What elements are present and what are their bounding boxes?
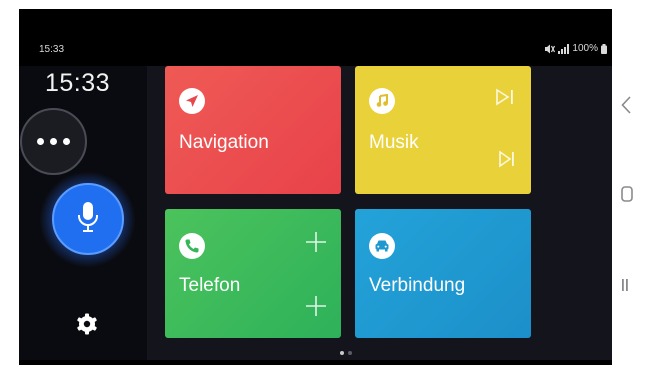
status-bar: 15:33 100% — [19, 9, 631, 66]
tile-music-label: Musik — [369, 132, 419, 153]
car-icon — [369, 233, 395, 259]
car-display-frame: 15:33 100% 15:33 Navigation Musik Telefo… — [19, 9, 631, 365]
tile-music[interactable]: Musik — [355, 66, 531, 194]
more-dot — [63, 138, 70, 145]
skip-next-icon — [498, 150, 516, 173]
status-indicators: 100% — [544, 43, 607, 54]
sidebar-clock: 15:33 — [45, 69, 111, 97]
sidebar: 15:33 — [19, 66, 147, 360]
tile-connection[interactable]: Verbindung — [355, 209, 531, 338]
signal-icon — [558, 43, 570, 54]
more-button[interactable] — [20, 108, 87, 175]
add-call-button[interactable] — [305, 231, 329, 255]
battery-text: 100% — [572, 43, 598, 54]
carplay-screen: 15:33 Navigation Musik Telefon Verbindun… — [19, 66, 631, 360]
page-indicator — [340, 351, 352, 355]
recents-icon — [621, 279, 631, 296]
tile-navigation-label: Navigation — [179, 132, 269, 153]
add-call-button-secondary[interactable] — [305, 295, 329, 319]
more-dot — [50, 138, 57, 145]
page-dot-active — [340, 351, 344, 355]
plus-icon — [305, 232, 327, 257]
phone-icon — [179, 233, 205, 259]
back-button[interactable] — [621, 96, 631, 119]
tile-navigation[interactable]: Navigation — [165, 66, 341, 194]
tile-connection-label: Verbindung — [369, 275, 466, 296]
back-icon — [621, 96, 631, 118]
mute-icon — [544, 44, 556, 54]
tile-phone[interactable]: Telefon — [165, 209, 341, 338]
home-icon — [621, 186, 633, 206]
microphone-icon — [77, 201, 99, 238]
status-time: 15:33 — [39, 44, 65, 55]
skip-next-icon — [493, 88, 517, 113]
plus-icon — [305, 296, 327, 321]
voice-assistant-button[interactable] — [52, 183, 124, 255]
battery-icon — [601, 43, 607, 54]
settings-button[interactable] — [75, 312, 99, 336]
music-note-icon — [369, 88, 395, 114]
skip-next-button[interactable] — [493, 85, 517, 109]
gear-icon — [75, 313, 99, 340]
skip-next-button-secondary[interactable] — [498, 149, 522, 173]
navigation-arrow-icon — [179, 88, 205, 114]
page-dot — [348, 351, 352, 355]
tile-phone-label: Telefon — [179, 275, 241, 296]
more-dots-icon — [37, 138, 44, 145]
recents-button[interactable] — [621, 278, 631, 297]
home-button[interactable] — [621, 186, 633, 207]
